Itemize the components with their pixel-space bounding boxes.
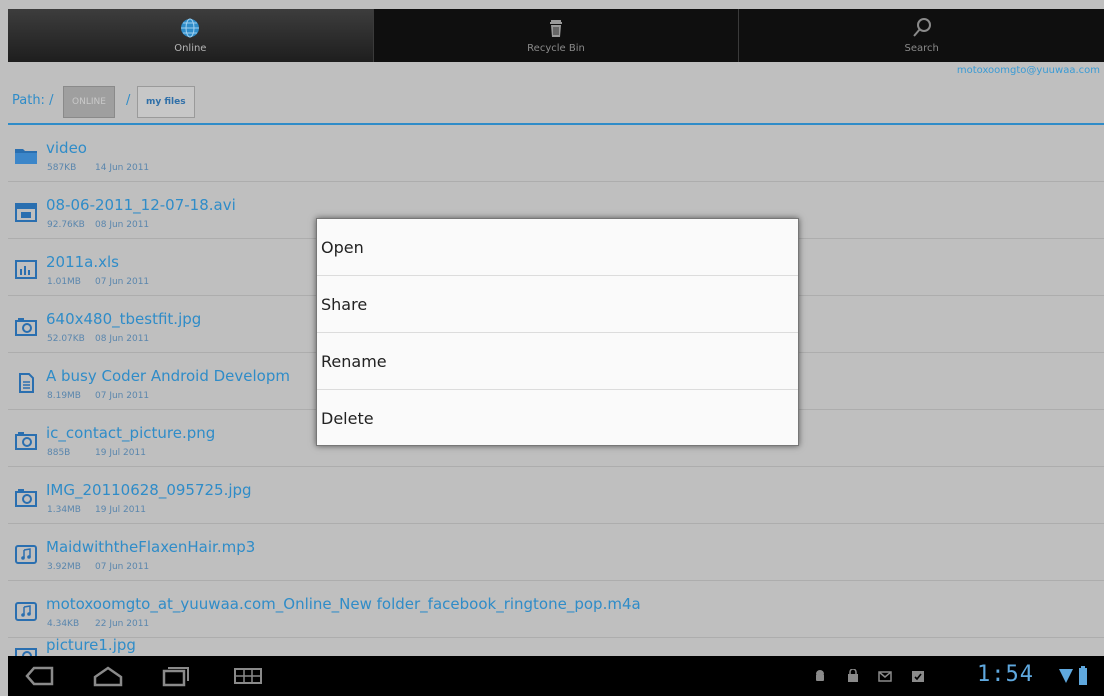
trash-icon: [550, 20, 562, 37]
search-icon: [912, 18, 931, 37]
file-date: 14 Jun 2011: [95, 163, 150, 173]
file-size: 885B: [47, 448, 71, 458]
file-manager-app: Online Recycle Bin Search motoxoomgto@yu…: [0, 0, 1104, 696]
file-name: motoxoomgto_at_yuuwaa.com_Online_New fol…: [46, 595, 641, 613]
file-name: MaidwiththeFlaxenHair.mp3: [46, 538, 256, 556]
wifi-icon: [1059, 669, 1073, 683]
file-row[interactable]: motoxoomgto_at_yuuwaa.com_Online_New fol…: [8, 581, 1104, 638]
spreadsheet-file-icon: [15, 260, 37, 279]
file-name: 640x480_tbestfit.jpg: [46, 310, 202, 328]
menu-item-open[interactable]: Open: [317, 219, 798, 276]
android-debug-icon: [816, 670, 824, 681]
file-size: 8.19MB: [47, 391, 81, 401]
path-label: Path: /: [12, 93, 54, 108]
breadcrumb-my-files[interactable]: my files: [137, 86, 195, 118]
menu-item-delete[interactable]: Delete: [317, 390, 798, 446]
menu-item-share[interactable]: Share: [317, 276, 798, 333]
tab-search-label: Search: [904, 43, 939, 54]
file-size: 3.92MB: [47, 562, 81, 572]
file-date: 08 Jun 2011: [95, 334, 150, 344]
battery-icon: [1079, 666, 1087, 685]
breadcrumb-online[interactable]: ONLINE: [63, 86, 115, 118]
file-name: A busy Coder Android Developm: [46, 367, 290, 385]
file-size: 4.34KB: [47, 619, 80, 629]
music-file-icon: [15, 545, 37, 564]
file-size: 92.76KB: [47, 220, 85, 230]
folder-icon: [15, 149, 37, 164]
file-date: 08 Jun 2011: [95, 220, 150, 230]
camera-image-icon: [15, 648, 37, 656]
shopping-bag-icon: [848, 669, 858, 682]
camera-image-icon: [15, 318, 37, 336]
file-size: 1.34MB: [47, 505, 81, 515]
video-file-icon: [15, 203, 37, 222]
file-size: 1.01MB: [47, 277, 81, 287]
camera-image-icon: [15, 432, 37, 450]
globe-icon: [181, 18, 200, 38]
tab-search[interactable]: Search: [739, 9, 1104, 62]
file-name: 08-06-2011_12-07-18.avi: [46, 196, 236, 214]
file-row[interactable]: video 587KB 14 Jun 2011: [8, 125, 1104, 182]
file-name: picture1.jpg: [46, 636, 136, 654]
system-bar: 1:54: [8, 656, 1104, 696]
back-icon[interactable]: [24, 665, 56, 687]
document-file-icon: [19, 373, 34, 393]
tab-recycle-bin-label: Recycle Bin: [527, 43, 585, 54]
file-date: 19 Jul 2011: [95, 448, 146, 458]
file-date: 07 Jun 2011: [95, 562, 150, 572]
music-file-icon: [15, 602, 37, 621]
camera-image-icon: [15, 489, 37, 507]
status-clock: 1:54: [977, 662, 1034, 687]
file-name: IMG_20110628_095725.jpg: [46, 481, 252, 499]
home-icon[interactable]: [92, 665, 124, 687]
breadcrumb: Path: / ONLINE / my files: [8, 79, 1104, 125]
file-name: video: [46, 139, 87, 157]
gmail-icon: [878, 671, 892, 682]
tab-online[interactable]: Online: [8, 9, 374, 62]
context-menu: Open Share Rename Delete: [316, 218, 799, 446]
recent-apps-icon[interactable]: [160, 665, 192, 687]
download-done-icon: [912, 671, 924, 682]
menu-item-rename[interactable]: Rename: [317, 333, 798, 390]
path-separator: /: [126, 93, 131, 108]
file-date: 07 Jun 2011: [95, 391, 150, 401]
account-email: motoxoomgto@yuuwaa.com: [956, 65, 1100, 76]
file-size: 587KB: [47, 163, 77, 173]
file-row[interactable]: IMG_20110628_095725.jpg 1.34MB 19 Jul 20…: [8, 467, 1104, 524]
file-name: ic_contact_picture.png: [46, 424, 216, 442]
top-tab-bar: Online Recycle Bin Search: [8, 9, 1104, 62]
file-date: 22 Jun 2011: [95, 619, 150, 629]
keyboard-icon[interactable]: [232, 665, 264, 687]
file-name: 2011a.xls: [46, 253, 119, 271]
tab-online-label: Online: [174, 43, 207, 54]
file-size: 52.07KB: [47, 334, 85, 344]
file-row[interactable]: MaidwiththeFlaxenHair.mp3 3.92MB 07 Jun …: [8, 524, 1104, 581]
tab-recycle-bin[interactable]: Recycle Bin: [374, 9, 740, 62]
file-row[interactable]: picture1.jpg: [8, 636, 1104, 656]
file-date: 07 Jun 2011: [95, 277, 150, 287]
file-date: 19 Jul 2011: [95, 505, 146, 515]
